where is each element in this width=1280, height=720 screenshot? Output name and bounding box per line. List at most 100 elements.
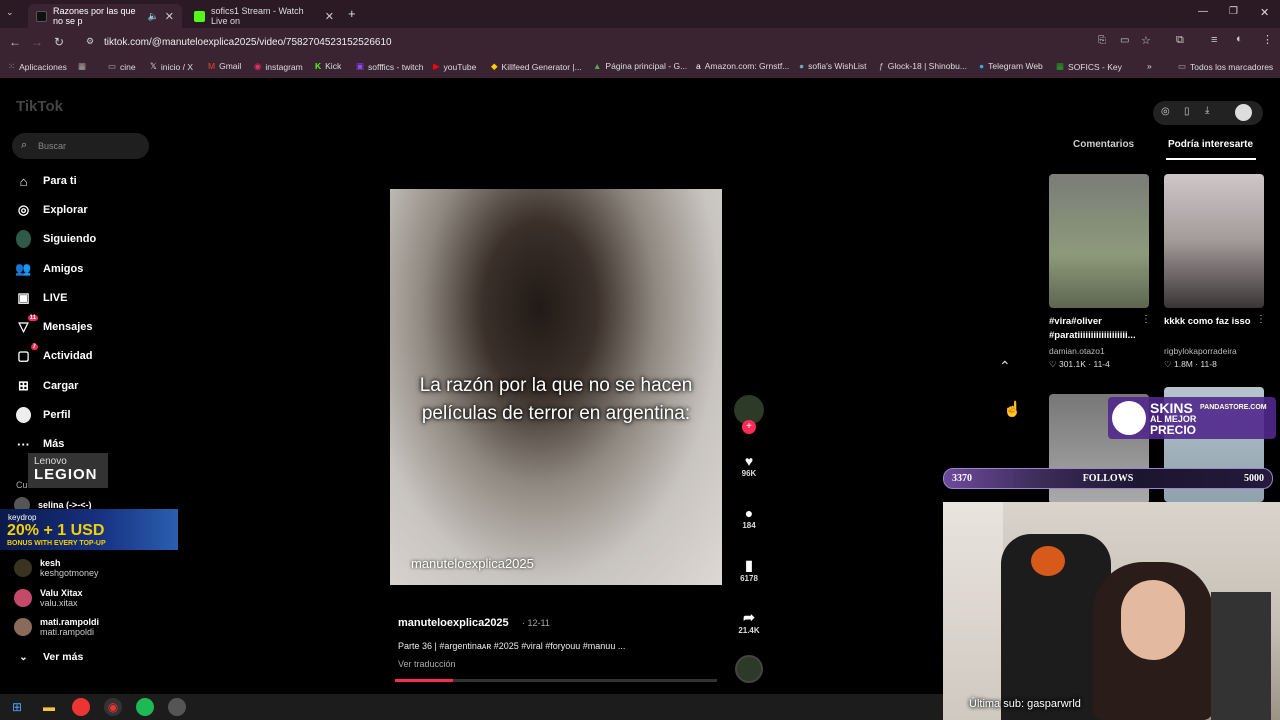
user-avatar[interactable]: [1235, 104, 1252, 121]
chrome-icon[interactable]: [72, 698, 90, 716]
video-thumbnail: [1164, 174, 1264, 308]
extensions-icon[interactable]: ⧉: [1176, 34, 1184, 47]
nav-cargar[interactable]: ⊞ Cargar: [16, 376, 78, 396]
bookmark-youtube[interactable]: ▶ youTube: [433, 61, 476, 72]
youtube-icon: ▶: [433, 61, 440, 71]
phone-icon[interactable]: ▯: [1184, 106, 1190, 117]
nav-live[interactable]: ▣ LIVE: [16, 288, 67, 308]
compass-icon[interactable]: ◎: [1161, 106, 1170, 117]
amazon-icon: a: [696, 61, 701, 71]
close-window-icon[interactable]: ✕: [1260, 6, 1269, 19]
nav-mas[interactable]: ··· Más: [16, 434, 64, 454]
instagram-icon: ◉: [254, 61, 262, 71]
suggested-video-card[interactable]: #vira#oliver #paratiiiiiiiiiiiiiiiiiii..…: [1049, 174, 1151, 370]
comment-button[interactable]: ● 184: [736, 505, 762, 530]
video-watermark: manuteloexplica2025: [411, 556, 534, 571]
cast-icon[interactable]: ▭: [1120, 35, 1129, 46]
more-bookmarks-icon[interactable]: »: [1147, 61, 1152, 71]
bookmark-google-page[interactable]: ▲ Página principal - G...: [593, 61, 687, 71]
download-icon[interactable]: ⤓: [1205, 105, 1209, 116]
following-item[interactable]: mati.rampoldi mati.rampoldi: [14, 617, 99, 637]
menu-icon[interactable]: ⋮: [1262, 33, 1273, 46]
windows-start-icon[interactable]: ⊞: [8, 698, 26, 716]
browser-tab-bar: ⌄ Razones por las que no se p 🔈 ✕ sofics…: [0, 0, 1280, 28]
save-button[interactable]: ▮ 6178: [736, 557, 762, 583]
spotify-icon[interactable]: [136, 698, 154, 716]
media-icon[interactable]: ≡: [1211, 34, 1217, 46]
video-progress-bar[interactable]: [395, 679, 453, 682]
tab-kick[interactable]: sofics1 Stream - Watch Live on ✕: [186, 4, 342, 28]
mouse-cursor-icon: ☝: [1003, 401, 1022, 418]
following-item[interactable]: kesh keshgotmoney: [14, 558, 99, 578]
killfeed-icon: ◆: [491, 61, 498, 71]
nav-explorar[interactable]: ◎ Explorar: [16, 200, 88, 220]
bookmark-gmail[interactable]: M Gmail: [208, 61, 241, 71]
nav-actividad[interactable]: ▢ 7 Actividad: [16, 343, 93, 366]
video-author[interactable]: manuteloexplica2025: [398, 617, 509, 629]
follows-current: 3370: [952, 473, 972, 484]
nav-amigos[interactable]: 👥 Amigos: [15, 259, 83, 279]
nav-mensajes[interactable]: ▽ 11 Mensajes: [16, 314, 93, 337]
more-options-icon[interactable]: ⋮: [1141, 314, 1151, 325]
suggested-video-card[interactable]: kkkk como faz isso rigbylokaporradeira ♡…: [1164, 174, 1266, 370]
tab-podria-interesarte[interactable]: Podría interesarte: [1168, 139, 1253, 150]
messages-icon: ▽ 11: [18, 314, 38, 334]
follow-plus-icon[interactable]: +: [742, 420, 756, 434]
bookmark-apps[interactable]: ⁙ Aplicaciones: [8, 61, 67, 72]
bookmark-grid[interactable]: ▦: [78, 61, 86, 72]
bookmark-all[interactable]: ▭ Todos los marcadores: [1178, 61, 1273, 72]
translate-link[interactable]: Ver traducción: [398, 659, 456, 669]
bookmark-amazon[interactable]: a Amazon.com: Grnstf...: [696, 61, 789, 71]
streamer-webcam: Última sub: gasparwrld: [943, 502, 1280, 720]
site-info-icon[interactable]: ⚙: [86, 36, 94, 47]
search-input[interactable]: ⌕ Buscar: [12, 133, 149, 159]
nav-perfil[interactable]: Perfil: [16, 405, 71, 425]
reload-icon[interactable]: ↻: [48, 35, 70, 49]
new-tab-button[interactable]: +: [348, 6, 356, 21]
translate-icon[interactable]: ⎘: [1098, 35, 1106, 46]
speaker-icon[interactable]: 🔈: [148, 11, 159, 22]
address-bar[interactable]: ⚙ tiktok.com/@manuteloexplica2025/video/…: [78, 32, 1198, 52]
close-tab-icon[interactable]: ✕: [325, 10, 334, 23]
bookmark-instagram[interactable]: ◉ instagram: [254, 61, 303, 72]
bookmark-star-icon[interactable]: ☆: [1141, 34, 1151, 47]
chrome-active-icon[interactable]: [168, 698, 186, 716]
bookmark-twitch[interactable]: ▣ sofffics - twitch: [356, 61, 423, 72]
url-text: tiktok.com/@manuteloexplica2025/video/75…: [104, 36, 392, 48]
share-button[interactable]: ➦ 21.4K: [736, 609, 762, 635]
tiktok-favicon-icon: [36, 10, 47, 22]
restore-icon[interactable]: ❐: [1229, 6, 1238, 17]
bookmark-wishlist[interactable]: ● sofia's WishList: [799, 61, 866, 71]
sheets-icon: ▦: [1056, 61, 1065, 71]
forward-icon[interactable]: →: [26, 35, 48, 49]
music-disc-icon[interactable]: [735, 655, 763, 683]
see-more-button[interactable]: ⌄ Ver más: [16, 647, 83, 667]
more-options-icon[interactable]: ⋮: [1256, 314, 1266, 325]
bookmark-sofics-key[interactable]: ▦ SOFICS - Key: [1056, 61, 1122, 72]
keydrop-promo-banner: keydrop 20% + 1 USD BONUS WITH EVERY TOP…: [0, 509, 178, 550]
tab-tiktok[interactable]: Razones por las que no se p 🔈 ✕: [28, 4, 182, 28]
bookmark-killfeed[interactable]: ◆ Killfeed Generator |...: [491, 61, 582, 72]
obs-icon[interactable]: ◉: [104, 698, 122, 716]
following-item[interactable]: Valu Xitax valu.xitax: [14, 588, 83, 608]
back-icon[interactable]: ←: [4, 35, 26, 49]
file-explorer-icon[interactable]: ▬: [40, 698, 58, 716]
profile-icon[interactable]: ◐: [1236, 33, 1243, 45]
nav-para-ti[interactable]: ⌂ Para ti: [16, 171, 77, 191]
tab-search-icon[interactable]: ⌄: [6, 7, 14, 18]
telegram-icon: ●: [979, 61, 985, 71]
like-button[interactable]: ♥ 96K: [736, 453, 762, 478]
bookmark-x[interactable]: 𝕏inicio / X: [150, 61, 193, 72]
bookmark-cine[interactable]: ▭ cine: [108, 61, 136, 72]
tab-comentarios[interactable]: Comentarios: [1073, 139, 1134, 150]
nav-siguiendo[interactable]: Siguiendo: [16, 229, 96, 249]
video-player[interactable]: La razón por la que no se hacen película…: [390, 189, 722, 585]
bookmark-kick[interactable]: K Kick: [315, 61, 341, 71]
bookmark-telegram[interactable]: ● Telegram Web: [979, 61, 1043, 71]
minimize-icon[interactable]: —: [1198, 6, 1208, 17]
close-tab-icon[interactable]: ✕: [165, 10, 174, 23]
tiktok-logo[interactable]: TikTok: [16, 98, 63, 115]
suggested-stats: ♡ 1.8M · 11-8: [1164, 359, 1217, 369]
bookmark-glock[interactable]: ƒ Glock-18 | Shinobu...: [879, 61, 967, 71]
previous-video-icon[interactable]: ⌃: [999, 358, 1011, 375]
